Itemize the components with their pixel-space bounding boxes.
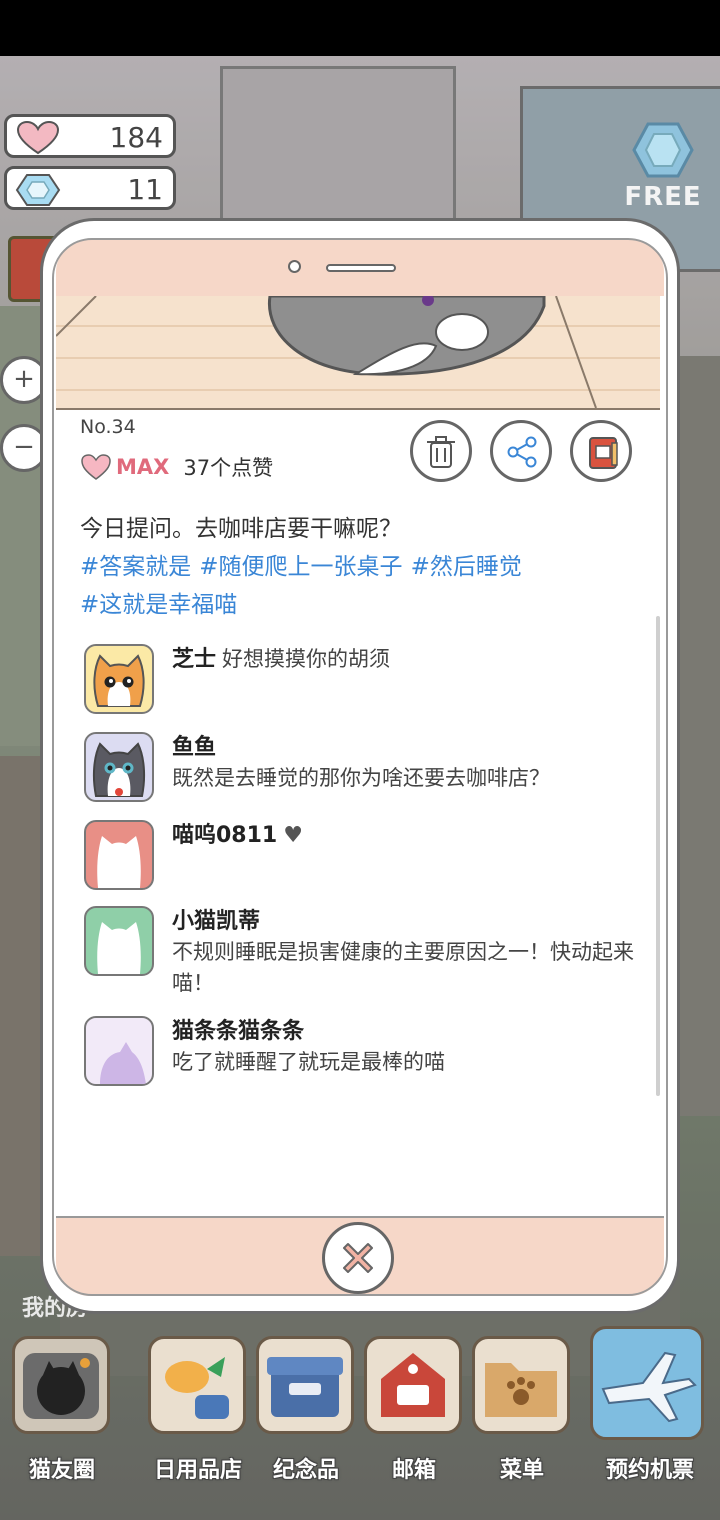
likes-count: 37个点赞 (183, 456, 274, 480)
comment-text: 不规则睡眠是损害健康的主要原因之一！快动起来喵！ (172, 940, 634, 995)
bottom-dock: 猫友圈 日用品店 纪念品 邮箱 菜单 预约机票 (0, 1326, 720, 1520)
dock-cat-feed-button[interactable]: 猫友圈 (12, 1336, 112, 1486)
dock-label: 猫友圈 (28, 1458, 95, 1483)
dock-label: 邮箱 (391, 1458, 436, 1483)
hearts-counter: 184 (4, 114, 176, 158)
comment-username: 喵呜0811 (172, 823, 278, 848)
hashtag-link[interactable]: #这就是幸福喵 (80, 592, 237, 618)
shop-items-icon (148, 1336, 246, 1434)
phone-speaker-icon (326, 264, 396, 272)
heart-icon (81, 454, 111, 480)
gem-icon (15, 174, 61, 206)
tuxedo-cat-avatar[interactable] (84, 732, 154, 802)
album-button[interactable] (570, 420, 632, 482)
comment-text: 好想摸摸你的胡须 (222, 647, 391, 671)
share-icon (507, 436, 537, 468)
hashtag-link[interactable]: #随便爬上一张桌子 (199, 554, 402, 580)
phone-top-bar (56, 240, 664, 298)
dock-mailbox-button[interactable]: 邮箱 (364, 1336, 464, 1486)
post-text: 今日提问。去咖啡店要干嘛呢？ #答案就是 #随便爬上一张桌子 #然后睡觉 #这就是幸… (80, 510, 650, 624)
max-badge: MAX (116, 455, 170, 479)
dock-souvenir-button[interactable]: 纪念品 (256, 1336, 356, 1486)
dock-label: 预约机票 (605, 1458, 694, 1483)
close-icon (343, 1243, 373, 1273)
comment-text: 既然是去睡觉的那你为啥还要去咖啡店？ (172, 766, 550, 790)
comment-username: 鱼鱼 (172, 735, 217, 760)
red-cat-silhouette[interactable] (84, 820, 154, 890)
mailbox-icon (364, 1336, 462, 1434)
share-button[interactable] (490, 420, 552, 482)
cat-camera-icon (12, 1336, 110, 1434)
hashtag-link[interactable]: #然后睡觉 (411, 554, 522, 580)
folder-paw-icon (472, 1336, 570, 1434)
orange-cat-avatar[interactable] (84, 644, 154, 714)
dock-label: 菜单 (499, 1458, 544, 1483)
trash-icon (427, 436, 455, 468)
post-question: 今日提问。去咖啡店要干嘛呢？ (80, 516, 402, 542)
free-gem-button[interactable]: FREE (622, 122, 704, 212)
comment-username: 猫条条猫条条 (172, 1019, 305, 1044)
green-cat-silhouette[interactable] (84, 906, 154, 976)
souvenir-box-icon (256, 1336, 354, 1434)
album-book-icon (589, 437, 618, 469)
dock-shop-button[interactable]: 日用品店 (148, 1336, 248, 1486)
dock-menu-button[interactable]: 菜单 (472, 1336, 572, 1486)
post-tags: #答案就是 #随便爬上一张桌子 #然后睡觉 #这就是幸福喵 (80, 548, 650, 624)
purple-cat-silhouette[interactable] (84, 1016, 154, 1086)
status-bar (0, 0, 720, 56)
gems-counter: 11 (4, 166, 176, 210)
phone-camera-icon (288, 260, 301, 273)
dock-flight-button[interactable]: 预约机票 (590, 1326, 704, 1486)
sleeping-cat-image (56, 296, 660, 409)
free-label: FREE (624, 182, 702, 212)
close-button[interactable] (322, 1222, 394, 1294)
hearts-value: 184 (109, 121, 163, 154)
gems-value: 11 (127, 173, 163, 206)
post-number: No.34 (80, 416, 136, 438)
heart-icon: ♥ (283, 823, 303, 848)
likes-row: MAX 37个点赞 (80, 450, 273, 484)
delete-button[interactable] (410, 420, 472, 482)
dock-label: 日用品店 (153, 1458, 242, 1483)
airplane-icon (590, 1326, 704, 1440)
dock-label: 纪念品 (272, 1458, 339, 1483)
comment-text: 吃了就睡醒了就玩是最棒的喵 (172, 1050, 445, 1074)
post-photo (56, 296, 660, 410)
post-screen: No.34 MAX 37个点赞 今日提问。去咖啡店要干嘛呢？ #答案就是 #随便… (56, 296, 664, 1216)
comments-scrollbar[interactable] (656, 616, 660, 1096)
gem-icon (632, 122, 694, 178)
comment-username: 小猫凯蒂 (172, 909, 261, 934)
hashtag-link[interactable]: #答案就是 (80, 554, 191, 580)
heart-icon (16, 121, 60, 155)
comment-username: 芝士 (172, 647, 217, 672)
